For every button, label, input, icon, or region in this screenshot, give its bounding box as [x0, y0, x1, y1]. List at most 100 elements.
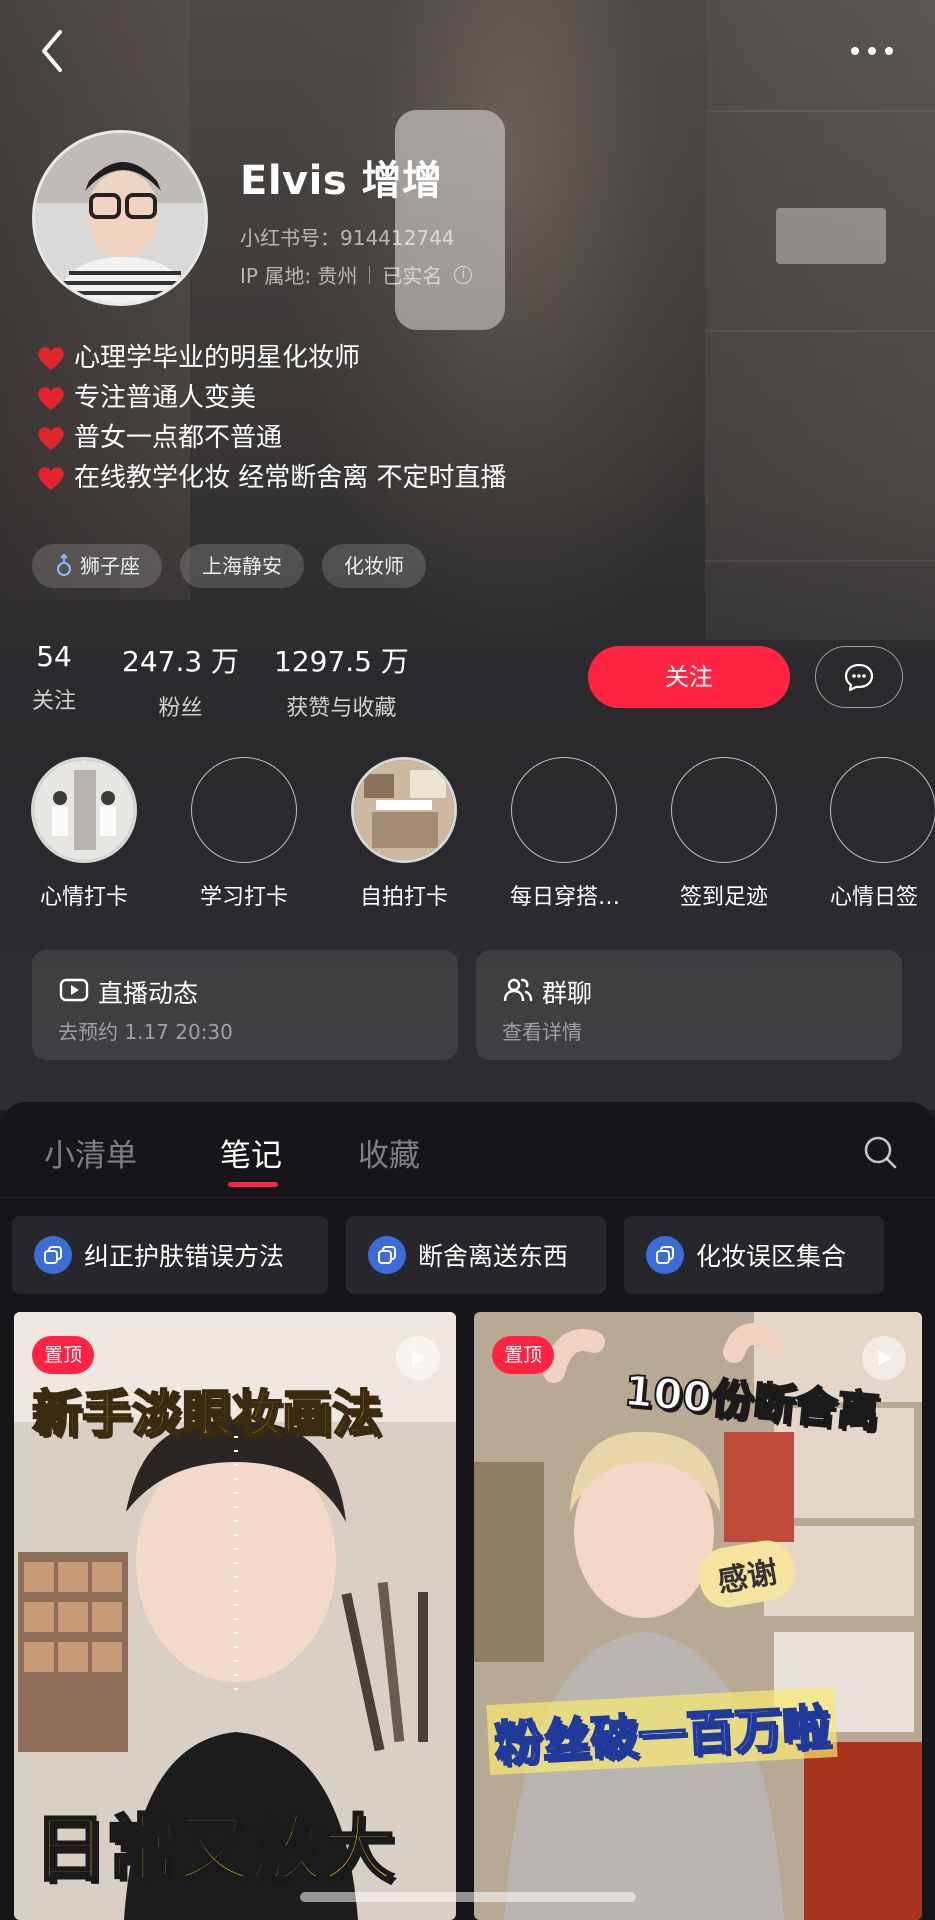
chat-bubble-icon: [844, 663, 874, 692]
stat-label: 粉丝: [158, 696, 203, 721]
video-play-icon: [862, 1336, 906, 1380]
bio-text: 普女一点都不普通: [74, 423, 283, 453]
heart-icon: [38, 347, 64, 370]
follow-button[interactable]: 关注: [588, 646, 790, 708]
home-indicator: [300, 1892, 636, 1902]
bio-line: 普女一点都不普通: [36, 418, 507, 458]
note-cover-caption: 日常又放大: [32, 1806, 395, 1893]
album-label: 纠正护肤错误方法: [84, 1242, 285, 1271]
back-button[interactable]: [34, 24, 74, 78]
note-cover-title: 新手淡眼妆画法: [31, 1384, 383, 1444]
male-gender-icon: [57, 554, 71, 576]
highlight-cover: [31, 757, 137, 863]
ip-row: IP 属地: 贵州 已实名 i: [240, 260, 473, 289]
highlight-study[interactable]: 学习打卡: [190, 757, 298, 911]
nickname: Elvis 增增: [240, 158, 443, 204]
card-title: 群聊: [542, 979, 593, 1008]
heart-icon: [38, 387, 64, 410]
highlight-cover: [191, 757, 297, 863]
album-icon: [34, 1236, 72, 1274]
album-icon: [368, 1236, 406, 1274]
chevron-left-icon: [42, 30, 62, 72]
highlight-selfie[interactable]: 自拍打卡: [350, 757, 458, 911]
album-row: 纠正护肤错误方法 断舍离送东西 化妆误区集合: [0, 1216, 935, 1296]
bio-text: 心理学毕业的明星化妆师: [74, 343, 361, 373]
stat-label: 关注: [32, 689, 77, 714]
highlight-cover: [511, 757, 617, 863]
card-title: 直播动态: [98, 979, 199, 1008]
highlight-cover: [671, 757, 777, 863]
album-skincare[interactable]: 纠正护肤错误方法: [12, 1216, 328, 1294]
stat-fans[interactable]: 247.3 万 粉丝: [122, 640, 239, 722]
highlight-label: 自拍打卡: [359, 885, 448, 910]
avatar-photo: [35, 133, 205, 303]
highlight-cover: [351, 757, 457, 863]
group-people-icon: [503, 978, 533, 1002]
highlight-outfit[interactable]: 每日穿搭…: [510, 757, 621, 911]
highlight-cover: [830, 757, 935, 863]
heart-icon: [38, 467, 64, 490]
red-id: 小红书号：914412744: [240, 226, 455, 250]
stat-number: 54: [36, 640, 72, 673]
album-icon: [646, 1236, 684, 1274]
stat-label: 获赞与收藏: [286, 696, 397, 721]
bio-text: 在线教学化妆 经常断舍离 不定时直播: [74, 463, 507, 493]
highlight-label: 学习打卡: [199, 885, 288, 910]
highlight-daily-quote[interactable]: 心情日签: [830, 757, 935, 911]
bio-line: 在线教学化妆 经常断舍离 不定时直播: [36, 458, 507, 498]
search-icon: [864, 1136, 897, 1169]
avatar[interactable]: [32, 130, 208, 306]
album-makeup-mistakes[interactable]: 化妆误区集合: [624, 1216, 884, 1294]
heart-icon: [38, 427, 64, 450]
highlight-thumbnail: [354, 760, 454, 860]
highlight-label: 心情打卡: [39, 885, 128, 910]
tag-location[interactable]: 上海静安: [180, 544, 304, 588]
bio-text: 专注普通人变美: [74, 383, 257, 413]
divider: [369, 265, 371, 284]
card-subtitle: 查看详情: [502, 1020, 582, 1044]
highlight-label: 心情日签: [830, 885, 919, 910]
live-video-icon: [59, 978, 89, 1002]
more-dots-icon: [851, 47, 893, 55]
tag-label: 上海静安: [202, 554, 282, 578]
album-label: 断舍离送东西: [418, 1242, 569, 1271]
tab-bar: 小清单 笔记 收藏: [0, 1102, 935, 1198]
stat-number: 1297.5 万: [274, 645, 409, 678]
tab-checklist[interactable]: 小清单: [44, 1130, 137, 1175]
note-card[interactable]: 置顶 100份断舍离 感谢 粉丝破一百万啦: [474, 1312, 922, 1920]
verified-label: 已实名: [382, 264, 443, 288]
video-play-icon: [396, 1336, 440, 1380]
ip-location: IP 属地: 贵州: [240, 264, 358, 288]
more-button[interactable]: [842, 36, 902, 66]
pinned-badge: 置顶: [492, 1336, 555, 1374]
album-declutter[interactable]: 断舍离送东西: [346, 1216, 606, 1294]
tag-label: 化妆师: [344, 554, 404, 578]
tab-favorites[interactable]: 收藏: [358, 1130, 420, 1175]
highlight-label: 签到足迹: [679, 885, 768, 910]
tab-notes[interactable]: 笔记: [220, 1130, 282, 1175]
album-label: 化妆误区集合: [696, 1242, 847, 1271]
card-subtitle: 去预约 1.17 20:30: [58, 1020, 233, 1044]
message-button[interactable]: [815, 646, 903, 708]
stat-number: 247.3 万: [122, 645, 240, 678]
bio: 心理学毕业的明星化妆师 专注普通人变美 普女一点都不普通 在线教学化妆 经常断舍…: [36, 338, 507, 498]
stat-following[interactable]: 54 关注: [32, 640, 76, 715]
tag-label: 狮子座: [80, 554, 140, 578]
profile-tags: 狮子座 上海静安 化妆师: [32, 544, 426, 588]
bio-line: 心理学毕业的明星化妆师: [36, 338, 507, 378]
info-circle-icon[interactable]: i: [454, 265, 473, 284]
tag-occupation[interactable]: 化妆师: [322, 544, 426, 588]
stat-likes[interactable]: 1297.5 万 获赞与收藏: [274, 640, 409, 722]
highlight-mood[interactable]: 心情打卡: [30, 757, 138, 911]
note-card[interactable]: 置顶 新手淡眼妆画法 日常又放大: [14, 1312, 456, 1920]
pinned-badge: 置顶: [32, 1336, 95, 1374]
highlight-label: 每日穿搭…: [510, 885, 621, 910]
highlight-thumbnail: [34, 760, 134, 860]
search-button[interactable]: [860, 1132, 900, 1172]
tab-indicator: [228, 1182, 278, 1187]
live-card[interactable]: 直播动态 去预约 1.17 20:30: [32, 950, 458, 1060]
highlight-checkin[interactable]: 签到足迹: [670, 757, 778, 911]
bio-line: 专注普通人变美: [36, 378, 507, 418]
tag-zodiac[interactable]: 狮子座: [32, 544, 162, 588]
group-chat-card[interactable]: 群聊 查看详情: [476, 950, 902, 1060]
